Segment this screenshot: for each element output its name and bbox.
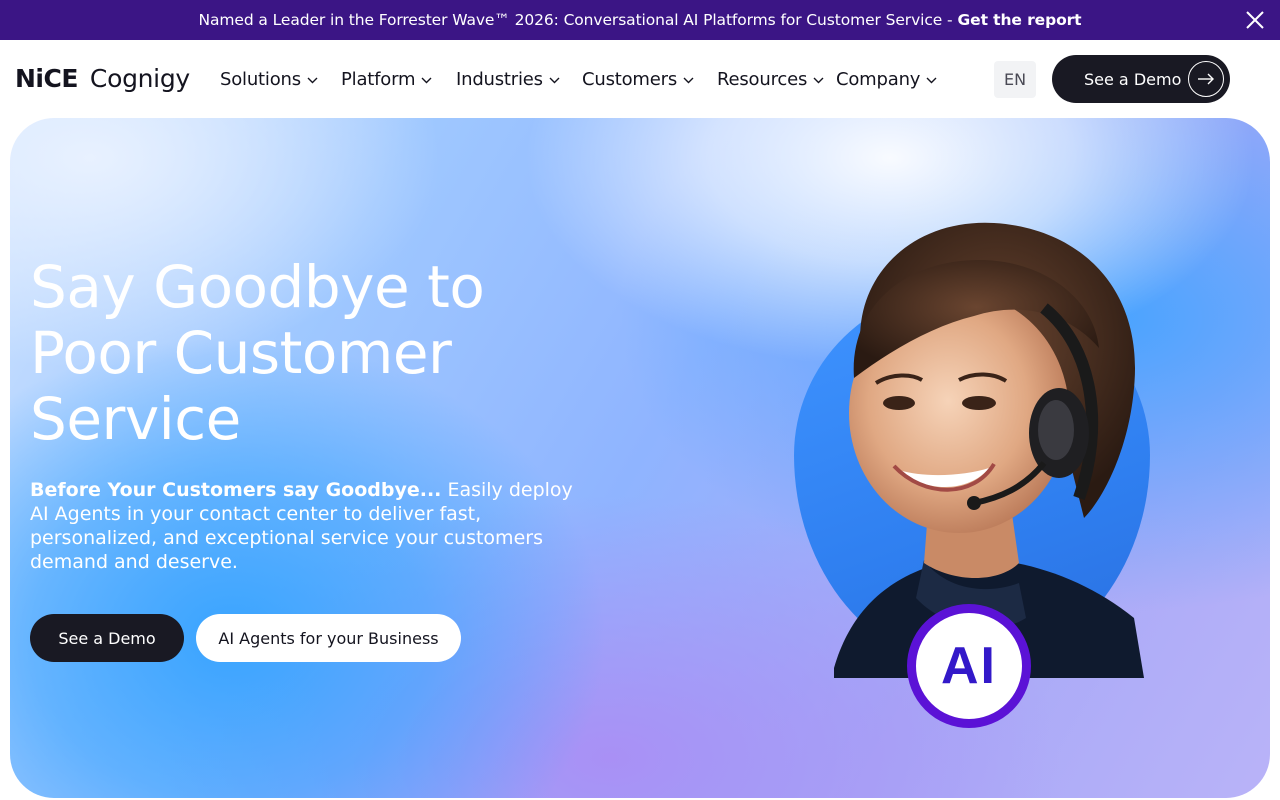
chevron-down-icon [926, 77, 937, 83]
chevron-down-icon [813, 77, 824, 83]
header-demo-label: See a Demo [1084, 69, 1182, 89]
nav-resources[interactable]: Resources [717, 66, 824, 92]
chevron-down-icon [683, 77, 694, 83]
announcement-message: Named a Leader in the Forrester Wave™ 20… [198, 11, 953, 29]
ai-badge: AI [907, 604, 1031, 728]
hero-see-demo-button[interactable]: See a Demo [30, 614, 184, 662]
chevron-down-icon [421, 77, 432, 83]
close-icon[interactable] [1244, 9, 1266, 31]
get-report-link[interactable]: Get the report [958, 11, 1082, 29]
nav-industries[interactable]: Industries [456, 66, 560, 92]
logo-product: Cognigy [89, 63, 190, 93]
nav-label: Customers [582, 68, 678, 90]
header-see-demo-button[interactable]: See a Demo [1052, 55, 1230, 103]
nav-label: Company [836, 68, 921, 90]
nav-label: Platform [341, 68, 416, 90]
nav-label: Solutions [220, 68, 301, 90]
nav-label: Industries [456, 68, 543, 90]
hero-subtitle: Before Your Customers say Goodbye... Eas… [30, 478, 595, 574]
ai-badge-text: AI [941, 637, 997, 695]
nice-cognigy-logo[interactable]: NiCE Cognigy [15, 60, 190, 96]
chevron-down-icon [307, 77, 318, 83]
nav-label: Resources [717, 68, 808, 90]
language-selector[interactable]: EN [994, 61, 1036, 98]
nav-solutions[interactable]: Solutions [220, 66, 318, 92]
arrow-right-icon [1188, 61, 1224, 97]
announcement-bar: Named a Leader in the Forrester Wave™ 20… [0, 0, 1280, 40]
nav-company[interactable]: Company [836, 66, 937, 92]
hero-subtitle-lead: Before Your Customers say Goodbye... [30, 479, 442, 501]
nav-platform[interactable]: Platform [341, 66, 432, 92]
hero-section: Say Goodbye to Poor Customer Service Bef… [10, 118, 1270, 798]
logo-brand: NiCE [15, 63, 78, 93]
hero-title: Say Goodbye to Poor Customer Service [30, 253, 485, 453]
ai-agents-business-button[interactable]: AI Agents for your Business [196, 614, 461, 662]
nav-customers[interactable]: Customers [582, 66, 694, 92]
site-header: NiCE Cognigy Solutions Platform Industri… [0, 40, 1280, 118]
chevron-down-icon [549, 77, 560, 83]
